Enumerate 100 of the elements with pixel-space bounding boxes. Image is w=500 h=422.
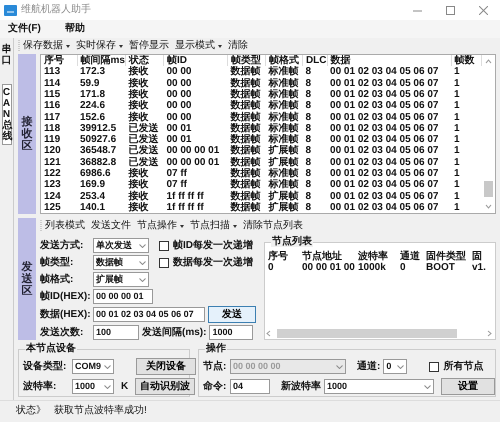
table-cell-text: 数据帧: [229, 168, 262, 179]
column-header[interactable]: 数据: [327, 55, 452, 66]
set-button[interactable]: 设置: [441, 378, 495, 395]
column-header[interactable]: 帧ID: [163, 55, 228, 66]
table-cell-text: 1f ff ff ff: [165, 190, 205, 202]
table-cell-text: 8: [304, 145, 312, 157]
table-cell-text: 8: [304, 202, 312, 213]
checkbox[interactable]: [429, 362, 440, 372]
toolbar-button[interactable]: 保存数据: [20, 40, 73, 52]
chevron-down-icon: [397, 364, 404, 368]
table-cell-text: 117: [43, 111, 62, 123]
maximize-icon[interactable]: [446, 6, 455, 14]
dropdown[interactable]: 单次发送: [93, 238, 149, 253]
table-cell-text: 数据帧: [229, 145, 262, 157]
field-label: 帧类型:: [40, 256, 74, 268]
column-header[interactable]: 波特率: [355, 251, 397, 262]
table-cell-text: 00 01 02 03 04 05 06 07: [329, 88, 440, 100]
table-cell-text: 8: [304, 88, 312, 100]
field-label: 数据(HEX):: [40, 308, 90, 320]
chevron-down-icon: [139, 260, 146, 264]
table-cell-text: 123: [43, 179, 62, 190]
column-header[interactable]: 固件类型: [423, 251, 469, 262]
table-cell-text: 00 01 02 03 04 05 06 07: [329, 134, 440, 146]
column-header[interactable]: 节点地址: [299, 251, 355, 262]
toolbar-button[interactable]: 发送文件: [88, 220, 134, 232]
chevron-down-icon: [104, 384, 111, 388]
dropdown[interactable]: 数据帧: [93, 255, 149, 270]
menu-item[interactable]: 文件(F): [8, 23, 41, 35]
table-cell-text: 标准帧: [267, 100, 300, 112]
input-field[interactable]: 100: [93, 325, 139, 340]
table-cell-text: 07 ff: [165, 179, 188, 190]
column-header[interactable]: 通道: [397, 251, 423, 262]
table-cell-text: 118: [43, 122, 62, 134]
caret-icon: [66, 44, 70, 48]
chevron-down-icon: [336, 364, 343, 368]
area-label: 发送区: [22, 260, 32, 300]
toolbar-button[interactable]: 实时保存: [73, 40, 126, 52]
table-cell-text: 接收: [127, 190, 150, 202]
toolbar-button[interactable]: 列表模式: [42, 220, 88, 232]
table-cell-text: 接收: [127, 66, 150, 78]
table-cell-text: 172.3: [79, 66, 106, 78]
table-cell-text: 接收: [127, 78, 150, 89]
dropdown[interactable]: 0: [383, 359, 408, 374]
toolbar-button[interactable]: 节点操作: [134, 220, 187, 232]
table-cell-text: 0: [267, 262, 275, 273]
toolbar-button[interactable]: 清除: [225, 40, 251, 52]
field-label: 节点:: [203, 360, 227, 372]
dropdown[interactable]: COM9: [72, 359, 114, 374]
auto-detect-button[interactable]: 自动识别波: [135, 378, 196, 395]
table-cell-text: 已发送: [127, 122, 160, 134]
checkbox[interactable]: [159, 258, 169, 268]
checkbox[interactable]: [159, 240, 169, 250]
column-header[interactable]: 帧数: [451, 55, 482, 66]
group-title: 节点列表: [271, 236, 313, 247]
column-header[interactable]: 固: [469, 251, 487, 262]
toolbar-button[interactable]: 清除节点列表: [240, 220, 306, 232]
input-field[interactable]: 04: [230, 379, 270, 394]
table-cell-text: 121: [43, 156, 62, 168]
table-cell-text: 00 00: [165, 111, 192, 123]
table-cell-text: 标准帧: [267, 122, 300, 134]
table-cell-text: 8: [304, 168, 312, 180]
table-cell-text: 116: [43, 100, 62, 112]
column-header[interactable]: 帧格式: [265, 55, 302, 66]
table-cell-text: 标准帧: [267, 168, 300, 179]
field-label: 设备类型:: [23, 360, 68, 372]
toolbar-button[interactable]: 显示模式: [172, 40, 225, 52]
close-device-button[interactable]: 关闭设备: [136, 358, 196, 375]
send-button[interactable]: 发送: [208, 306, 256, 323]
table-cell-text: 00 01 02 03 04 05 06 07: [329, 66, 440, 78]
table-cell-text: 1: [453, 202, 461, 213]
table-cell-text: 119: [43, 134, 62, 146]
table-cell-text: 00 00 00 01: [165, 156, 220, 168]
close-icon[interactable]: [479, 6, 488, 14]
column-header[interactable]: 帧间隔ms: [77, 55, 126, 66]
scrollbar[interactable]: [265, 328, 493, 339]
dropdown[interactable]: 1000: [324, 379, 434, 394]
table-cell-text: 00 01 02 03 04 05 06 07: [329, 179, 440, 190]
table-cell-text: 数据帧: [229, 111, 262, 123]
chevron-down-icon: [139, 244, 146, 248]
side-tab[interactable]: 串口: [2, 42, 12, 68]
table-cell-text: 1: [453, 111, 461, 123]
column-header[interactable]: DLC: [302, 55, 328, 66]
side-tab[interactable]: CAN总线: [2, 84, 12, 145]
toolbar-button[interactable]: 节点扫描: [187, 220, 240, 232]
toolbar-button[interactable]: 暂停显示: [126, 40, 172, 52]
input-field[interactable]: 00 01 02 03 04 05 06 07: [93, 307, 205, 322]
table-cell-text: 59.9: [79, 78, 100, 89]
table-cell-text: 1f ff ff ff: [165, 202, 205, 213]
caret-icon: [233, 224, 237, 228]
table-cell-text: 1: [453, 134, 461, 146]
column-header[interactable]: 状态: [125, 55, 164, 66]
menu-item[interactable]: 帮助: [64, 23, 85, 35]
column-header[interactable]: 帧类型: [227, 55, 266, 66]
dropdown[interactable]: 1000: [72, 379, 114, 394]
field-label: 命令:: [203, 380, 227, 392]
input-field[interactable]: 00 00 00 01: [93, 289, 153, 304]
column-header[interactable]: 序号: [265, 251, 299, 262]
table-cell-text: 124: [43, 190, 62, 202]
input-field[interactable]: 1000: [209, 325, 254, 340]
dropdown[interactable]: 扩展帧: [93, 272, 149, 287]
